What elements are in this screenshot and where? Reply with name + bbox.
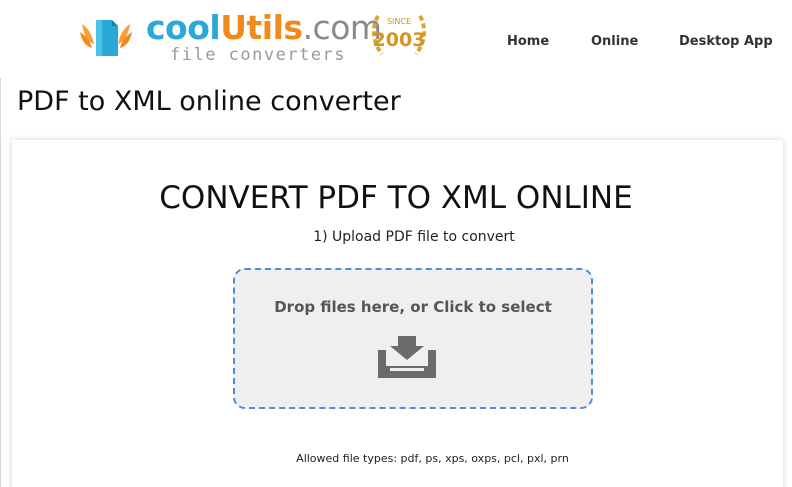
upload-step-label: 1) Upload PDF file to convert: [313, 229, 515, 245]
converter-heading: CONVERT PDF TO XML ONLINE: [159, 180, 633, 216]
nav-link-desktop-app[interactable]: Desktop App: [679, 34, 773, 49]
site-header: coolUtils.com file converters SINCE 2003…: [0, 0, 792, 78]
download-tray-icon: [378, 336, 436, 378]
nav-link-online[interactable]: Online: [591, 34, 638, 49]
dropzone-label: Drop files here, or Click to select: [274, 298, 552, 316]
page-title: PDF to XML online converter: [17, 86, 401, 117]
file-dropzone[interactable]: Drop files here, or Click to select: [233, 268, 593, 409]
allowed-file-types: Allowed file types: pdf, ps, xps, oxps, …: [296, 452, 569, 465]
nav-link-home[interactable]: Home: [507, 34, 549, 49]
badge-since-text: SINCE: [387, 17, 411, 26]
main-nav: Home Online Desktop App: [0, 34, 792, 54]
